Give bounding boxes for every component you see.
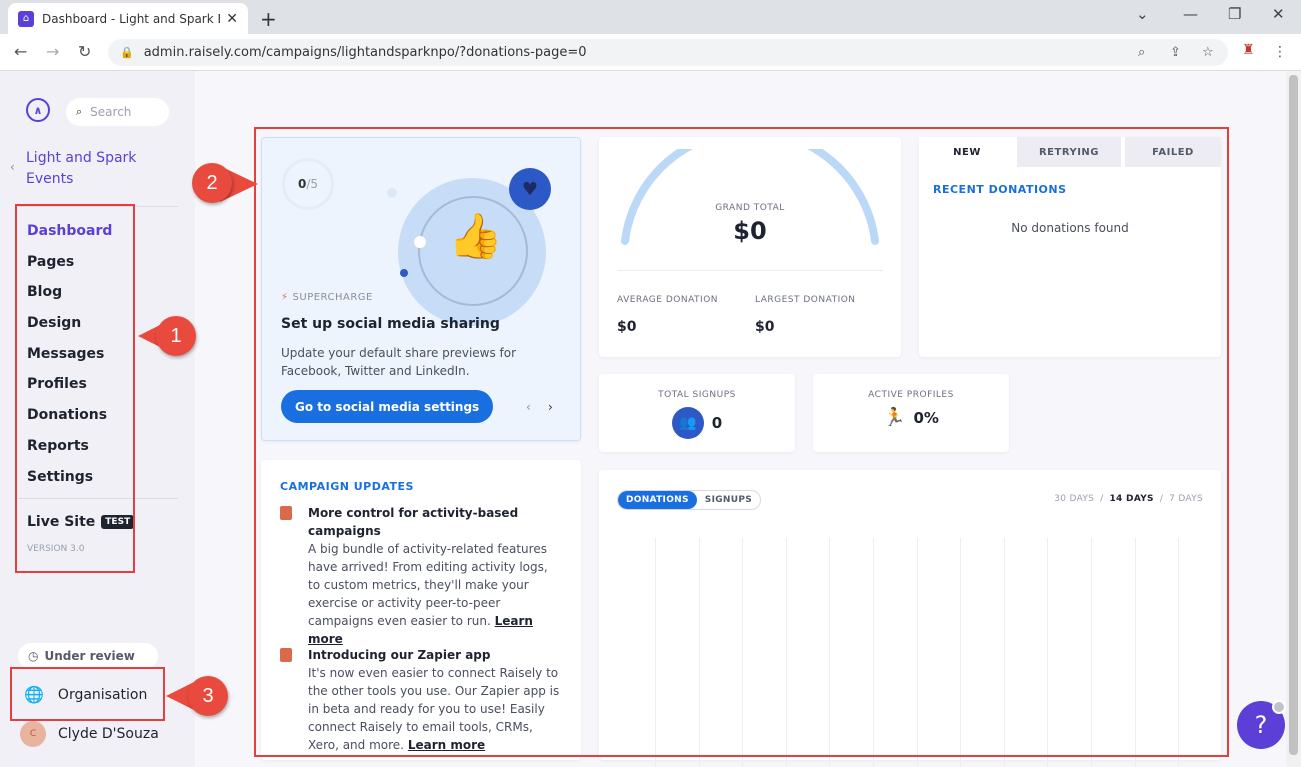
tab-title: Dashboard - Light and Spark Eve — [42, 11, 221, 26]
url-text: admin.raisely.com/campaigns/lightandspar… — [143, 45, 587, 60]
extension-icon[interactable]: ♜ — [1242, 42, 1255, 58]
close-tab-icon[interactable]: ✕ — [226, 11, 238, 27]
under-review-label: Under review — [44, 649, 135, 663]
browser-tab[interactable]: ⌂ Dashboard - Light and Spark Eve ✕ — [8, 3, 248, 34]
chevron-left-icon[interactable]: ‹ — [10, 160, 15, 174]
share-icon[interactable]: ⇪ — [1170, 45, 1181, 60]
annotation-box-nav — [15, 204, 135, 573]
bookmark-star-icon[interactable]: ☆ — [1202, 45, 1214, 60]
reload-icon[interactable]: ↻ — [78, 42, 91, 61]
annotation-box-organisation — [10, 667, 165, 721]
scrollbar-thumb[interactable] — [1289, 75, 1298, 755]
browser-tab-bar: ⌂ Dashboard - Light and Spark Eve ✕ + ⌄ … — [0, 0, 1301, 34]
callout-badge-3: 3 — [188, 676, 228, 716]
page-scrollbar[interactable] — [1286, 71, 1301, 767]
user-menu[interactable]: C Clyde D'Souza — [20, 721, 159, 747]
search-icon: ⌕ — [76, 105, 83, 118]
search-input[interactable]: ⌕ Search — [66, 98, 169, 126]
callout-badge-2: 2 — [192, 163, 232, 203]
address-bar: ← → ↻ 🔒 admin.raisely.com/campaigns/ligh… — [0, 34, 1301, 71]
campaign-name[interactable]: Light and Spark Events — [26, 148, 176, 190]
tab-search-icon[interactable]: ⌄ — [1136, 5, 1149, 23]
raisely-logo-icon[interactable]: ∧ — [26, 98, 50, 122]
browser-menu-icon[interactable]: ⋮ — [1273, 44, 1287, 60]
window-close-icon[interactable]: ✕ — [1272, 5, 1285, 23]
avatar: C — [20, 721, 46, 747]
minimize-icon[interactable]: — — [1183, 5, 1198, 23]
lock-icon: 🔒 — [120, 46, 134, 59]
new-tab-icon[interactable]: + — [260, 7, 277, 31]
clock-icon: ◷ — [28, 649, 39, 663]
back-icon[interactable]: ← — [14, 42, 27, 61]
user-name: Clyde D'Souza — [58, 726, 159, 742]
dashboard-main: 0/5 👍 ♥ ⚡ SUPERCHARGE Set up social media… — [195, 71, 1286, 767]
restore-icon[interactable]: ❐ — [1228, 5, 1241, 23]
under-review-badge[interactable]: ◷ Under review — [18, 643, 158, 669]
forward-icon[interactable]: → — [46, 42, 59, 61]
notification-dot — [1272, 700, 1286, 714]
raisely-favicon-icon: ⌂ — [18, 10, 34, 27]
callout-badge-1: 1 — [156, 316, 196, 356]
url-field[interactable]: 🔒 admin.raisely.com/campaigns/lightandsp… — [108, 39, 1228, 66]
zoom-icon[interactable]: ⌕ — [1138, 45, 1145, 60]
search-placeholder: Search — [90, 105, 132, 119]
annotation-box-dashboard — [254, 127, 1229, 757]
